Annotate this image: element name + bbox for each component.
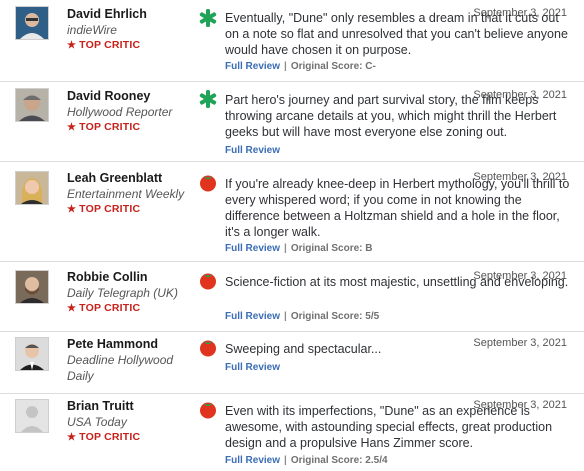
splat-icon xyxy=(198,89,218,109)
review-row: David Rooney Hollywood Reporter ★ TOP CRI… xyxy=(0,82,584,162)
splat-icon xyxy=(198,8,218,28)
critic-avatar[interactable] xyxy=(15,6,49,40)
review-quote: Part hero's journey and part survival st… xyxy=(225,93,557,139)
critic-name[interactable]: Robbie Collin xyxy=(67,270,187,285)
review-row: Robbie Collin Daily Telegraph (UK) ★ TOP … xyxy=(0,262,584,332)
critic-name[interactable]: Brian Truitt xyxy=(67,399,187,414)
review-quote: Science-fiction at its most majestic, un… xyxy=(225,275,569,289)
tomato-icon xyxy=(198,270,218,290)
review-quote: Eventually, "Dune" only resembles a drea… xyxy=(225,11,568,57)
critic-avatar[interactable] xyxy=(15,171,49,205)
critic-name[interactable]: Leah Greenblatt xyxy=(67,171,187,186)
review-row: Pete Hammond Deadline Hollywood Daily Se… xyxy=(0,332,584,394)
top-critic-badge: ★ TOP CRITIC xyxy=(67,203,141,215)
critic-name[interactable]: Pete Hammond xyxy=(67,337,187,352)
original-score: Original Score: 2.5/4 xyxy=(290,455,388,466)
original-score: Original Score: C- xyxy=(290,61,376,72)
star-icon: ★ xyxy=(67,303,77,314)
full-review-link[interactable]: Full Review xyxy=(225,311,280,322)
original-score: Original Score: B xyxy=(290,243,373,254)
publication-name[interactable]: Daily Telegraph (UK) xyxy=(67,285,187,301)
publication-name[interactable]: indieWire xyxy=(67,22,187,38)
top-critic-badge: ★ TOP CRITIC xyxy=(67,431,141,443)
tomato-icon xyxy=(198,337,218,357)
publication-name[interactable]: USA Today xyxy=(67,414,187,430)
divider: | xyxy=(284,455,287,466)
divider: | xyxy=(284,243,287,254)
tomato-icon xyxy=(198,172,218,192)
top-critic-badge: ★ TOP CRITIC xyxy=(67,302,141,314)
star-icon: ★ xyxy=(67,122,77,133)
full-review-link[interactable]: Full Review xyxy=(225,243,280,254)
divider: | xyxy=(284,61,287,72)
review-row: Brian Truitt USA Today ★ TOP CRITIC Septe… xyxy=(0,394,584,471)
review-row: David Ehrlich indieWire ★ TOP CRITIC Sept… xyxy=(0,0,584,82)
critic-avatar[interactable] xyxy=(15,270,49,304)
full-review-link[interactable]: Full Review xyxy=(225,61,280,72)
publication-name[interactable]: Hollywood Reporter xyxy=(67,104,187,120)
critic-name[interactable]: David Ehrlich xyxy=(67,7,187,22)
critic-avatar[interactable] xyxy=(15,337,49,371)
review-quote: Sweeping and spectacular... xyxy=(225,342,382,356)
star-icon: ★ xyxy=(67,432,77,443)
publication-name[interactable]: Entertainment Weekly xyxy=(67,186,187,202)
full-review-link[interactable]: Full Review xyxy=(225,145,280,156)
top-critic-badge: ★ TOP CRITIC xyxy=(67,121,141,133)
publication-name[interactable]: Deadline Hollywood Daily xyxy=(67,352,182,384)
divider: | xyxy=(284,311,287,322)
critic-avatar[interactable] xyxy=(15,399,49,433)
critic-avatar[interactable] xyxy=(15,88,49,122)
top-critic-badge: ★ TOP CRITIC xyxy=(67,39,141,51)
review-quote: If you're already knee-deep in Herbert m… xyxy=(225,177,570,239)
star-icon: ★ xyxy=(67,40,77,51)
critic-reviews-list: David Ehrlich indieWire ★ TOP CRITIC Sept… xyxy=(0,0,584,471)
original-score: Original Score: 5/5 xyxy=(290,311,380,322)
full-review-link[interactable]: Full Review xyxy=(225,362,280,373)
review-row: Leah Greenblatt Entertainment Weekly ★ TO… xyxy=(0,162,584,262)
full-review-link[interactable]: Full Review xyxy=(225,455,280,466)
tomato-icon xyxy=(198,399,218,419)
critic-name[interactable]: David Rooney xyxy=(67,89,187,104)
star-icon: ★ xyxy=(67,204,77,215)
review-quote: Even with its imperfections, "Dune" as a… xyxy=(225,404,553,450)
